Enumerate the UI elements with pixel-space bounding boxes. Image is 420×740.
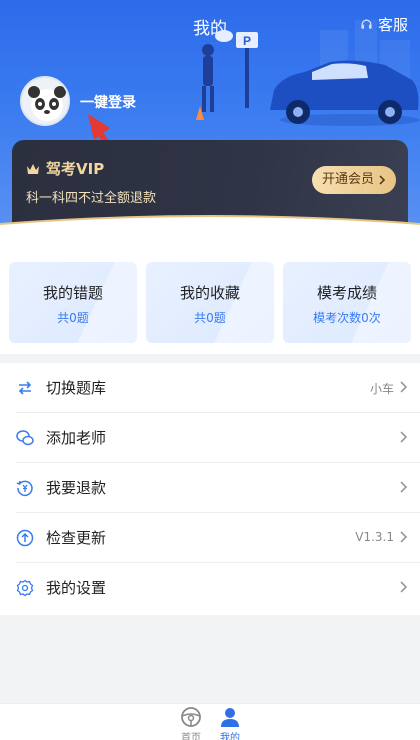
chevron-right-icon bbox=[400, 431, 408, 443]
menu-item-settings[interactable]: 我的设置 bbox=[0, 563, 420, 613]
menu-item-label: 切换题库 bbox=[46, 379, 107, 397]
tab-home[interactable]: 首页 bbox=[171, 705, 211, 740]
open-membership-label: 开通会员 bbox=[321, 172, 374, 187]
chevron-right-icon bbox=[400, 531, 408, 543]
user-icon bbox=[221, 708, 239, 727]
vip-name: 驾考VIP bbox=[46, 160, 105, 178]
menu-item-label: 检查更新 bbox=[46, 529, 107, 547]
open-membership-button[interactable]: 开通会员 bbox=[311, 166, 396, 194]
menu-item-value: 小车 bbox=[369, 382, 394, 396]
refund-icon bbox=[16, 480, 33, 497]
chevron-right-icon bbox=[400, 381, 408, 393]
chevron-right-icon bbox=[400, 481, 408, 493]
upload-icon bbox=[16, 529, 34, 547]
header-wave-divider bbox=[0, 215, 420, 250]
crown-icon bbox=[27, 163, 39, 174]
tab-label: 我的 bbox=[220, 733, 240, 740]
settings-menu: 切换题库 小车 添加老师 我要退款 检查更新 V1.3.1 我的设置 bbox=[0, 363, 420, 615]
menu-item-refund[interactable]: 我要退款 bbox=[0, 463, 420, 513]
panda-avatar-icon bbox=[28, 86, 66, 121]
swap-icon bbox=[18, 381, 32, 395]
stat-value: 共0题 bbox=[194, 311, 226, 325]
tab-mine[interactable]: 我的 bbox=[210, 705, 250, 740]
wrong-questions-card[interactable]: 我的错题 共0题 bbox=[9, 262, 137, 343]
svg-text:P: P bbox=[243, 34, 251, 48]
stat-title: 我的错题 bbox=[42, 284, 103, 302]
stats-section: 我的错题 共0题 我的收藏 共0题 模考成绩 模考次数0次 bbox=[0, 250, 420, 354]
menu-item-add-teacher[interactable]: 添加老师 bbox=[0, 413, 420, 463]
chevron-right-icon bbox=[379, 175, 386, 185]
chevron-right-icon bbox=[400, 581, 408, 593]
menu-item-value: V1.3.1 bbox=[355, 530, 394, 544]
gear-icon bbox=[16, 579, 34, 597]
stat-value: 共0题 bbox=[57, 311, 89, 325]
steering-wheel-icon bbox=[181, 707, 201, 727]
bottom-tab-bar: 首页 我的 bbox=[0, 703, 420, 740]
driving-illustration: P bbox=[196, 20, 420, 126]
menu-item-switch-bank[interactable]: 切换题库 小车 bbox=[0, 363, 420, 413]
menu-item-label: 我的设置 bbox=[46, 579, 107, 597]
stat-title: 模考成绩 bbox=[316, 284, 377, 302]
stat-value: 模考次数0次 bbox=[313, 311, 381, 325]
avatar[interactable] bbox=[20, 76, 70, 126]
wechat-icon bbox=[16, 430, 34, 446]
favorites-card[interactable]: 我的收藏 共0题 bbox=[146, 262, 274, 343]
menu-item-label: 我要退款 bbox=[46, 479, 107, 497]
tab-label: 首页 bbox=[181, 733, 201, 740]
vip-subtitle: 科一科四不过全额退款 bbox=[26, 191, 157, 206]
menu-item-check-update[interactable]: 检查更新 V1.3.1 bbox=[0, 513, 420, 563]
stat-title: 我的收藏 bbox=[179, 284, 240, 302]
menu-item-label: 添加老师 bbox=[46, 429, 107, 447]
mock-exam-card[interactable]: 模考成绩 模考次数0次 bbox=[283, 262, 411, 343]
